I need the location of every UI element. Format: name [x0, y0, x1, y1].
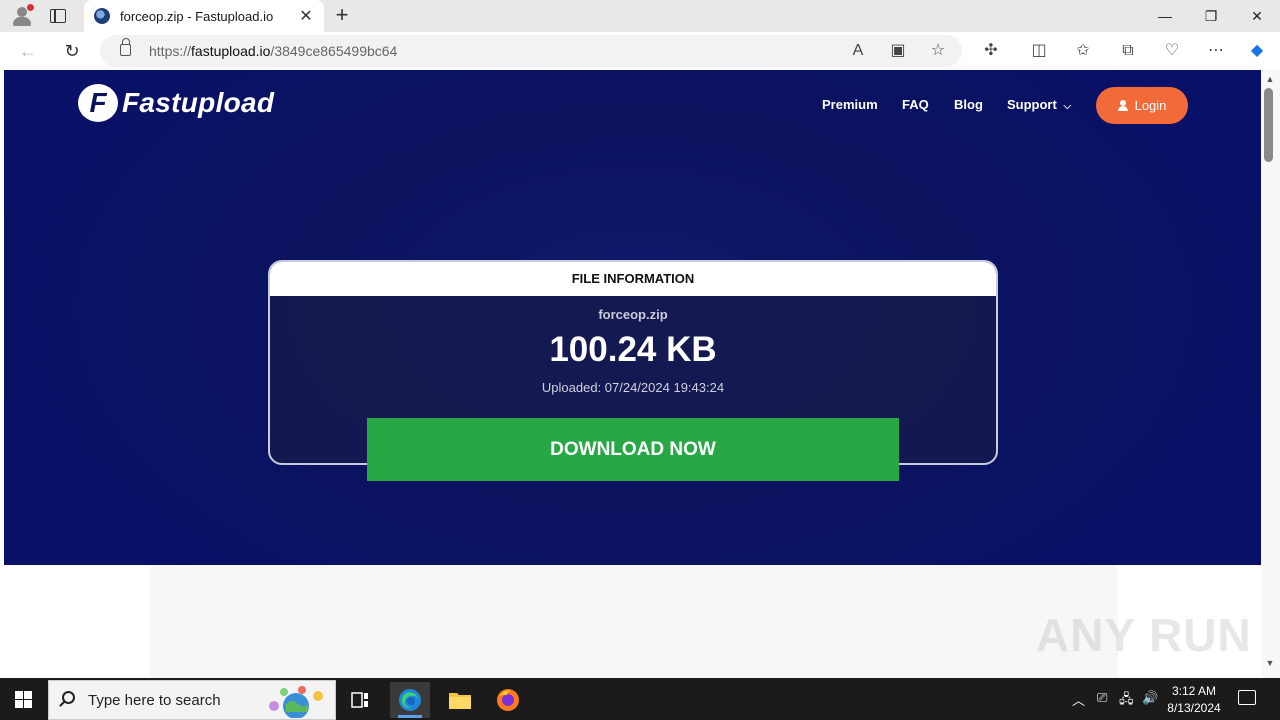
back-arrow-icon[interactable]: ← — [16, 40, 40, 62]
nav-premium[interactable]: Premium — [822, 97, 878, 112]
taskbar-clock[interactable]: 3:12 AM 8/13/2024 — [1160, 683, 1228, 717]
tab-title: forceop.zip - Fastupload.io — [120, 8, 274, 24]
url-host: fastupload.io — [191, 43, 271, 59]
search-placeholder: Type here to search — [88, 692, 221, 709]
url-text[interactable]: https://fastupload.io/3849ce865499bc64 — [149, 43, 397, 59]
scrollbar-thumb[interactable] — [1264, 88, 1273, 162]
download-now-button[interactable]: DOWNLOAD NOW — [367, 418, 899, 481]
file-size: 100.24 KB — [549, 330, 717, 369]
logo-mark-icon: F — [78, 84, 118, 122]
window-minimize-button[interactable]: — — [1142, 0, 1188, 32]
window-restore-button[interactable]: ❐ — [1188, 0, 1234, 32]
hero-section: F Fastupload Premium FAQ Blog Support ⌵ … — [4, 70, 1261, 565]
read-aloud-icon[interactable]: A — [847, 40, 869, 62]
edge-taskbar-icon[interactable] — [390, 682, 430, 718]
browser-tab-active[interactable]: forceop.zip - Fastupload.io ✕ — [84, 0, 324, 32]
chevron-down-icon: ⌵ — [1063, 101, 1072, 112]
page-viewport: F Fastupload Premium FAQ Blog Support ⌵ … — [4, 70, 1261, 678]
upload-date: Uploaded: 07/24/2024 19:43:24 — [541, 380, 725, 395]
clock-date: 8/13/2024 — [1167, 701, 1221, 715]
immersive-reader-icon[interactable]: ▣ — [887, 40, 909, 62]
lock-icon[interactable] — [120, 38, 131, 56]
tray-device-icon[interactable]: ⎚ — [1097, 690, 1107, 706]
settings-more-icon[interactable]: ⋯ — [1205, 40, 1227, 62]
tab-close-icon[interactable]: ✕ — [298, 6, 314, 26]
scroll-down-icon[interactable]: ▼ — [1262, 658, 1278, 668]
notifications-icon[interactable] — [1238, 690, 1256, 705]
copilot-icon[interactable]: ◆ — [1246, 40, 1268, 62]
tab-actions-icon[interactable] — [50, 9, 66, 23]
nav-blog[interactable]: Blog — [954, 97, 983, 112]
card-heading: FILE INFORMATION — [270, 262, 996, 296]
file-name: forceop.zip — [598, 307, 668, 322]
anyrun-watermark: ANY RUN — [1036, 609, 1252, 661]
profile-avatar-icon[interactable] — [10, 4, 34, 28]
new-tab-button[interactable]: + — [332, 4, 352, 26]
scroll-up-icon[interactable]: ▲ — [1262, 74, 1278, 84]
collections-icon[interactable]: ⧉ — [1117, 40, 1139, 62]
clock-time: 3:12 AM — [1171, 684, 1217, 698]
tray-chevron-up-icon[interactable]: ︿ — [1072, 690, 1085, 709]
task-view-icon[interactable] — [340, 682, 380, 718]
content-panel — [150, 565, 1118, 678]
nav-faq[interactable]: FAQ — [902, 97, 929, 112]
logo-text: Fastupload — [122, 87, 275, 118]
site-logo[interactable]: F Fastupload — [78, 84, 274, 122]
login-button[interactable]: Login — [1096, 87, 1188, 124]
windows-start-icon[interactable] — [15, 691, 32, 708]
extensions-icon[interactable]: ✣ — [980, 40, 1002, 62]
file-explorer-icon[interactable] — [440, 682, 480, 718]
nav-support-label: Support — [1007, 97, 1057, 112]
browser-essentials-icon[interactable]: ♡ — [1161, 40, 1183, 62]
firefox-icon[interactable] — [488, 682, 528, 718]
favorites-icon[interactable]: ✩ — [1072, 40, 1094, 62]
user-icon — [1117, 100, 1128, 111]
fastupload-favicon-icon — [94, 8, 110, 24]
favorite-star-icon[interactable]: ☆ — [927, 40, 949, 62]
url-path: /3849ce865499bc64 — [270, 43, 398, 59]
network-icon[interactable]: 🖧 — [1119, 690, 1134, 712]
volume-icon[interactable]: 🔊 — [1142, 690, 1158, 706]
refresh-icon[interactable]: ↻ — [60, 40, 84, 62]
window-close-button[interactable]: ✕ — [1234, 0, 1280, 32]
nav-support[interactable]: Support ⌵ — [1007, 97, 1071, 112]
split-screen-icon[interactable]: ◫ — [1028, 40, 1050, 62]
url-prefix: https:// — [149, 43, 192, 59]
search-icon — [62, 691, 75, 704]
login-label: Login — [1134, 98, 1167, 113]
search-highlight-art-icon — [269, 686, 323, 718]
